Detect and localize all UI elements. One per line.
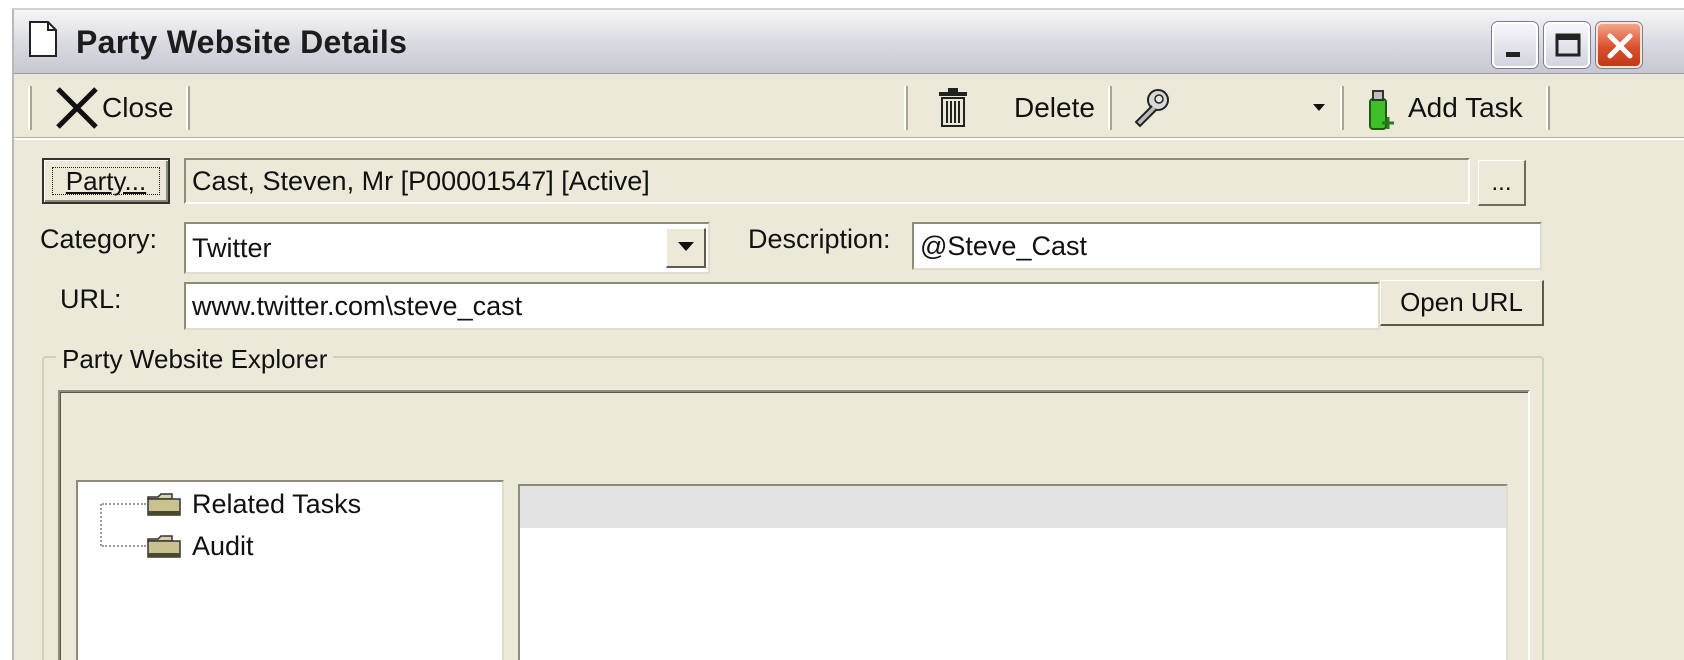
open-url-button[interactable]: Open URL: [1380, 280, 1544, 326]
url-label: URL:: [60, 284, 122, 314]
trash-icon: [939, 88, 967, 127]
toolbar: Close Delete Add Task: [14, 74, 1684, 140]
focus-rect: Party...: [52, 165, 160, 196]
chevron-down-icon: [1313, 104, 1325, 111]
title-bar[interactable]: Party Website Details: [14, 10, 1684, 74]
delete-label: Delete: [1014, 92, 1095, 123]
minimize-icon: [1506, 52, 1520, 57]
tree-connector: [102, 545, 146, 547]
close-window-button[interactable]: [1596, 22, 1642, 68]
folder-icon: [147, 493, 181, 516]
category-value: Twitter: [192, 232, 272, 263]
url-input[interactable]: www.twitter.com\steve_cast: [184, 282, 1380, 330]
toolbar-separator: [1340, 86, 1344, 130]
category-label: Category:: [40, 224, 158, 254]
maximize-icon: [1555, 33, 1581, 57]
chevron-down-icon: [678, 242, 694, 251]
tree-item-related-tasks[interactable]: Related Tasks: [78, 486, 361, 522]
add-task-label: Add Task: [1408, 92, 1523, 123]
window-title: Party Website Details: [76, 24, 408, 60]
delete-button[interactable]: Delete: [936, 84, 1095, 132]
close-icon: [1607, 33, 1633, 59]
description-input[interactable]: @Steve_Cast: [912, 222, 1542, 270]
explorer-detail-list[interactable]: [518, 484, 1508, 660]
add-task-button[interactable]: Add Task: [1364, 84, 1523, 132]
document-icon: [29, 21, 57, 57]
description-label: Description:: [748, 224, 891, 254]
toolbar-separator: [186, 86, 190, 130]
maximize-button[interactable]: [1544, 22, 1590, 68]
list-header: [520, 486, 1506, 528]
wrench-icon: [1134, 89, 1169, 128]
explorer-tree[interactable]: Related Tasks Audit: [76, 480, 504, 660]
minimize-button[interactable]: [1492, 22, 1538, 68]
party-button-label: Party...: [65, 165, 147, 196]
category-dropdown-button[interactable]: [666, 228, 706, 268]
toolbar-grip: [904, 86, 908, 130]
tree-item-audit[interactable]: Audit: [78, 528, 254, 564]
tree-item-label: Related Tasks: [192, 488, 362, 519]
add-task-icon: [1369, 90, 1394, 130]
party-button[interactable]: Party...: [42, 158, 170, 204]
close-button[interactable]: Close: [54, 84, 174, 132]
tools-dropdown-button[interactable]: [1130, 84, 1326, 132]
party-website-details-window: Party Website Details Close Delete Add T…: [12, 8, 1684, 660]
toolbar-grip: [28, 86, 32, 130]
close-x-icon: [56, 87, 98, 129]
tree-item-label: Audit: [192, 530, 254, 561]
tree-connector: [102, 503, 146, 505]
close-label: Close: [102, 92, 174, 123]
folder-icon: [147, 535, 181, 558]
party-lookup-button[interactable]: ...: [1478, 160, 1526, 206]
explorer-group-title: Party Website Explorer: [56, 344, 334, 375]
toolbar-separator: [1108, 86, 1112, 130]
party-field[interactable]: Cast, Steven, Mr [P00001547] [Active]: [184, 158, 1470, 204]
category-select[interactable]: Twitter: [184, 222, 710, 274]
toolbar-separator: [1546, 86, 1550, 130]
